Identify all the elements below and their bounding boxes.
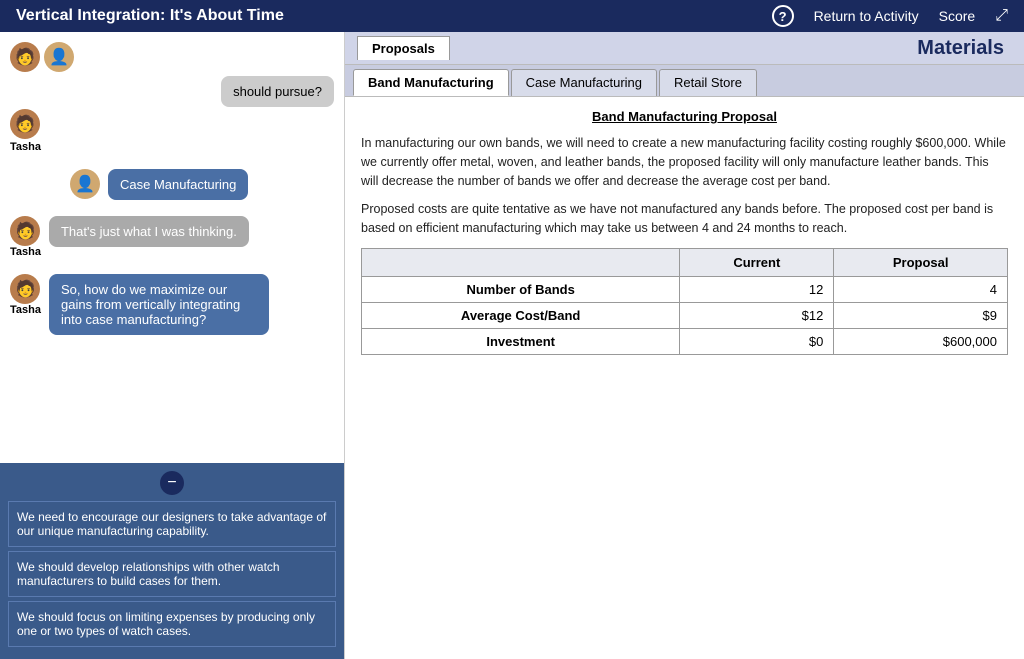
app-header: Vertical Integration: It's About Time ? … xyxy=(0,0,1024,32)
chat-message-3: 🧑 Tasha That's just what I was thinking. xyxy=(10,216,334,258)
avatar-tasha-3: 🧑 xyxy=(10,216,40,246)
sub-tabs: Band Manufacturing Case Manufacturing Re… xyxy=(345,65,1024,97)
table-cell-avg-label: Average Cost/Band xyxy=(362,302,680,328)
proposals-tab[interactable]: Proposals xyxy=(357,36,450,60)
tasha-label-1: 🧑 Tasha xyxy=(10,109,41,153)
proposal-text-2: Proposed costs are quite tentative as we… xyxy=(361,200,1008,238)
help-icon[interactable]: ? xyxy=(772,5,794,27)
proposals-header: Proposals Materials xyxy=(345,32,1024,65)
content-area: Band Manufacturing Proposal In manufactu… xyxy=(345,97,1024,659)
tasha-name-2: Tasha xyxy=(10,246,41,258)
avatar-person2-1: 👤 xyxy=(44,42,74,72)
avatar-tasha-2: 🧑 xyxy=(10,109,40,139)
table-cell-bands-proposal: 4 xyxy=(834,276,1008,302)
table-row-bands: Number of Bands 12 4 xyxy=(362,276,1008,302)
table-header-proposal: Proposal xyxy=(834,248,1008,276)
chat-message-1: should pursue? 🧑 Tasha xyxy=(10,76,334,153)
table-row-investment: Investment $0 $600,000 xyxy=(362,328,1008,354)
table-cell-inv-current: $0 xyxy=(680,328,834,354)
avatar-pair-top: 🧑 👤 xyxy=(10,42,334,72)
tasha-name-1: Tasha xyxy=(10,141,41,153)
bubble-4: So, how do we maximize our gains from ve… xyxy=(49,274,269,335)
right-panel: Proposals Materials Band Manufacturing C… xyxy=(345,32,1024,659)
choice-item-1[interactable]: We need to encourage our designers to ta… xyxy=(8,501,336,547)
table-cell-inv-proposal: $600,000 xyxy=(834,328,1008,354)
collapse-button-area: − xyxy=(8,471,336,495)
data-table: Current Proposal Number of Bands 12 4 Av… xyxy=(361,248,1008,355)
table-header-label xyxy=(362,248,680,276)
choice-item-2[interactable]: We should develop relationships with oth… xyxy=(8,551,336,597)
avatar-tasha-1: 🧑 xyxy=(10,42,40,72)
return-to-activity-button[interactable]: Return to Activity xyxy=(814,8,919,24)
table-cell-bands-current: 12 xyxy=(680,276,834,302)
chat-area: 🧑 👤 should pursue? 🧑 Tasha xyxy=(0,32,344,463)
avatar-person2-2: 👤 xyxy=(70,169,100,199)
proposal-text-1: In manufacturing our own bands, we will … xyxy=(361,134,1008,190)
fullscreen-icon[interactable]: ⤢ xyxy=(995,7,1008,25)
chat-message-2: 👤 Case Manufacturing xyxy=(10,169,334,200)
chat-message-4: 🧑 Tasha So, how do we maximize our gains… xyxy=(10,274,334,335)
collapse-icon[interactable]: − xyxy=(160,471,184,495)
score-button[interactable]: Score xyxy=(939,8,976,24)
tab-case-manufacturing[interactable]: Case Manufacturing xyxy=(511,69,657,96)
avatar-tasha-4: 🧑 xyxy=(10,274,40,304)
bottom-panel: − We need to encourage our designers to … xyxy=(0,463,344,659)
materials-title: Materials xyxy=(917,37,1012,60)
table-cell-bands-label: Number of Bands xyxy=(362,276,680,302)
table-cell-inv-label: Investment xyxy=(362,328,680,354)
app-title: Vertical Integration: It's About Time xyxy=(16,7,284,25)
table-header-current: Current xyxy=(680,248,834,276)
table-row-avg-cost: Average Cost/Band $12 $9 xyxy=(362,302,1008,328)
choice-item-3[interactable]: We should focus on limiting expenses by … xyxy=(8,601,336,647)
header-actions: ? Return to Activity Score ⤢ xyxy=(772,5,1008,27)
main-layout: 🧑 👤 should pursue? 🧑 Tasha xyxy=(0,32,1024,659)
bubble-1: should pursue? xyxy=(221,76,334,107)
bubble-2: Case Manufacturing xyxy=(108,169,248,200)
tab-retail-store[interactable]: Retail Store xyxy=(659,69,757,96)
table-cell-avg-current: $12 xyxy=(680,302,834,328)
tab-band-manufacturing[interactable]: Band Manufacturing xyxy=(353,69,509,96)
table-cell-avg-proposal: $9 xyxy=(834,302,1008,328)
tasha-name-3: Tasha xyxy=(10,304,41,316)
bubble-3: That's just what I was thinking. xyxy=(49,216,249,247)
left-panel: 🧑 👤 should pursue? 🧑 Tasha xyxy=(0,32,345,659)
proposal-title: Band Manufacturing Proposal xyxy=(361,109,1008,124)
